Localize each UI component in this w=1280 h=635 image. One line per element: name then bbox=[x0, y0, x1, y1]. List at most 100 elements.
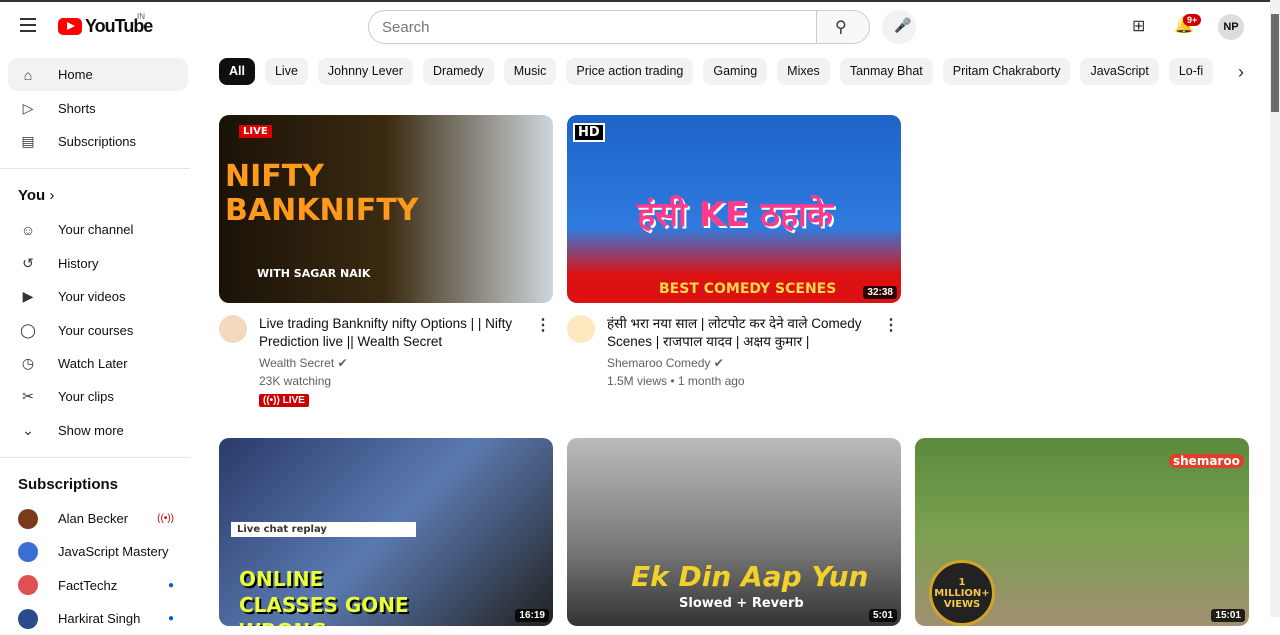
video-card[interactable]: Ek Din Aap Yun Slowed + Reverb 5:01 bbox=[567, 438, 901, 626]
chip-music[interactable]: Music bbox=[503, 58, 557, 85]
chip-mixes[interactable]: Mixes bbox=[777, 58, 830, 85]
sidebar-item-watch-later[interactable]: ◷ Watch Later bbox=[8, 347, 188, 380]
you-label: You bbox=[18, 187, 46, 205]
chip-tanmay-bhat[interactable]: Tanmay Bhat bbox=[839, 58, 933, 85]
chip-pritam-chakraborty[interactable]: Pritam Chakraborty bbox=[942, 58, 1071, 85]
chip-dramedy[interactable]: Dramedy bbox=[422, 58, 494, 85]
person-icon: ☺ bbox=[20, 221, 36, 238]
video-card[interactable]: shemaroo 1 MILLION+ VIEWS 15:01 bbox=[915, 438, 1249, 626]
video-card[interactable]: Live chat replay ONLINE CLASSES GONE WRO… bbox=[219, 438, 553, 626]
notification-badge: 9+ bbox=[1183, 14, 1202, 26]
verified-icon: ✔ bbox=[337, 356, 348, 370]
video-title[interactable]: हंसी भरा नया साल | लोटपोट कर देने वाले C… bbox=[607, 315, 877, 351]
home-icon: ⌂ bbox=[23, 66, 33, 83]
menu-icon[interactable] bbox=[20, 18, 36, 32]
video-title[interactable]: Live trading Banknifty nifty Options | |… bbox=[259, 315, 529, 351]
channel-name-text: Shemaroo Comedy bbox=[607, 356, 711, 370]
more-options-icon[interactable]: ⋮ bbox=[535, 315, 551, 335]
more-options-icon[interactable]: ⋮ bbox=[883, 315, 899, 335]
channel-avatar bbox=[18, 541, 38, 562]
scrollbar[interactable] bbox=[1270, 0, 1280, 617]
scrollbar-thumb[interactable] bbox=[1271, 14, 1279, 112]
search-input[interactable] bbox=[368, 10, 817, 44]
chip-price-action-trading[interactable]: Price action trading bbox=[566, 58, 694, 85]
subscriptions-icon: ▤ bbox=[21, 132, 35, 149]
sidebar-item-shorts[interactable]: ▷ Shorts bbox=[8, 91, 188, 124]
chevron-down-icon: ⌄ bbox=[22, 421, 34, 438]
create-video-icon[interactable]: ⊞ bbox=[1132, 16, 1145, 36]
video-thumbnail[interactable]: HD हंसी KE ठहाके BEST COMEDY SCENES 32:3… bbox=[567, 115, 901, 303]
video-thumbnail[interactable]: LIVE NIFTY BANKNIFTY WITH SAGAR NAIK bbox=[219, 115, 553, 303]
search-button[interactable]: ⚲ bbox=[816, 10, 870, 44]
channel-avatar[interactable] bbox=[219, 315, 247, 343]
sidebar-item-label: Your videos bbox=[58, 289, 126, 305]
sidebar-item-label: Show more bbox=[58, 422, 124, 438]
thumb-text: NIFTY BANKNIFTY bbox=[225, 159, 419, 228]
channel-avatar[interactable] bbox=[567, 315, 595, 343]
masthead: YouTube IN ⚲ 🎤 ⊞ 🔔 9+ NP bbox=[0, 0, 1270, 50]
you-section-header[interactable]: You › bbox=[0, 179, 200, 213]
sidebar-item-label: Shorts bbox=[58, 100, 96, 116]
shorts-icon: ▷ bbox=[22, 99, 34, 116]
sidebar-item-label: Watch Later bbox=[58, 355, 128, 371]
live-icon: ((•)) bbox=[157, 513, 174, 525]
chip-all[interactable]: All bbox=[219, 58, 255, 85]
chevron-right-icon: › bbox=[49, 187, 55, 205]
sidebar-item-your-courses[interactable]: ◯ Your courses bbox=[8, 313, 188, 346]
sidebar-item-subscriptions[interactable]: ▤ Subscriptions bbox=[8, 125, 188, 158]
chip-johnny-lever[interactable]: Johnny Lever bbox=[317, 58, 413, 85]
sidebar-item-history[interactable]: ↺ History bbox=[8, 247, 188, 280]
hd-badge: HD bbox=[573, 123, 605, 142]
thumb-live-tag: LIVE bbox=[239, 125, 272, 138]
video-duration: 16:19 bbox=[515, 609, 549, 622]
chip-lo-fi[interactable]: Lo-fi bbox=[1168, 58, 1214, 85]
sidebar-sub-javascript-mastery[interactable]: JavaScript Mastery bbox=[8, 535, 188, 568]
youtube-logo[interactable]: YouTube IN bbox=[58, 12, 153, 37]
sidebar-item-your-videos[interactable]: ▶ Your videos bbox=[8, 280, 188, 313]
sidebar-item-show-more[interactable]: ⌄ Show more bbox=[8, 414, 188, 447]
video-card[interactable]: HD हंसी KE ठहाके BEST COMEDY SCENES 32:3… bbox=[567, 115, 901, 390]
video-thumbnail[interactable]: Live chat replay ONLINE CLASSES GONE WRO… bbox=[219, 438, 553, 626]
thumb-text: Ek Din Aap Yun bbox=[631, 560, 869, 593]
video-stats: 23K watching bbox=[259, 374, 332, 388]
sidebar-item-label: Harkirat Singh bbox=[58, 611, 141, 627]
live-badge-text: LIVE bbox=[282, 395, 305, 406]
video-card[interactable]: LIVE NIFTY BANKNIFTY WITH SAGAR NAIK Liv… bbox=[219, 115, 553, 408]
search-icon: ⚲ bbox=[835, 19, 847, 36]
sidebar-item-label: Your clips bbox=[58, 389, 114, 405]
thumb-logo: shemaroo bbox=[1169, 454, 1244, 468]
live-badge: ((•)) LIVE bbox=[259, 394, 309, 407]
sidebar-item-label: Subscriptions bbox=[58, 133, 137, 149]
clock-icon: ◷ bbox=[21, 354, 35, 371]
chevron-right-icon[interactable]: › bbox=[1238, 62, 1244, 83]
avatar[interactable]: NP bbox=[1218, 14, 1244, 40]
thumb-subtext: Slowed + Reverb bbox=[679, 596, 804, 611]
channel-name[interactable]: Shemaroo Comedy ✔ bbox=[607, 354, 877, 372]
thumb-text: हंसी KE ठहाके bbox=[637, 195, 833, 235]
chip-live[interactable]: Live bbox=[264, 58, 308, 85]
thumb-subtext: Live chat replay bbox=[231, 522, 416, 537]
sidebar-sub-harkirat-singh[interactable]: Harkirat Singh ● bbox=[8, 602, 188, 635]
sidebar-sub-alan-becker[interactable]: Alan Becker ((•)) bbox=[8, 502, 188, 535]
subscriptions-header: Subscriptions bbox=[18, 475, 119, 493]
sidebar-item-label: JavaScript Mastery bbox=[58, 544, 169, 560]
sidebar-item-your-clips[interactable]: ✂ Your clips bbox=[8, 380, 188, 413]
sidebar-item-label: History bbox=[58, 255, 99, 271]
channel-name[interactable]: Wealth Secret ✔ bbox=[259, 354, 529, 372]
youtube-play-icon bbox=[58, 18, 82, 35]
sidebar-item-label: Your courses bbox=[58, 322, 134, 338]
new-content-dot: ● bbox=[167, 613, 174, 625]
video-thumbnail[interactable]: shemaroo 1 MILLION+ VIEWS 15:01 bbox=[915, 438, 1249, 626]
country-code: IN bbox=[137, 12, 145, 21]
voice-search-button[interactable]: 🎤 bbox=[882, 10, 916, 44]
sidebar-sub-facttechz[interactable]: FactTechz ● bbox=[8, 569, 188, 602]
million-views-badge: 1 MILLION+ VIEWS bbox=[929, 560, 995, 626]
channel-name-text: Wealth Secret bbox=[259, 356, 335, 370]
chip-gaming[interactable]: Gaming bbox=[703, 58, 768, 85]
video-icon: ▶ bbox=[22, 288, 34, 305]
video-thumbnail[interactable]: Ek Din Aap Yun Slowed + Reverb 5:01 bbox=[567, 438, 901, 626]
thumb-subtext: WITH SAGAR NAIK bbox=[257, 267, 371, 280]
sidebar-item-home[interactable]: ⌂ Home bbox=[8, 58, 188, 92]
sidebar-item-your-channel[interactable]: ☺ Your channel bbox=[8, 213, 188, 246]
chip-javascript[interactable]: JavaScript bbox=[1080, 58, 1159, 85]
